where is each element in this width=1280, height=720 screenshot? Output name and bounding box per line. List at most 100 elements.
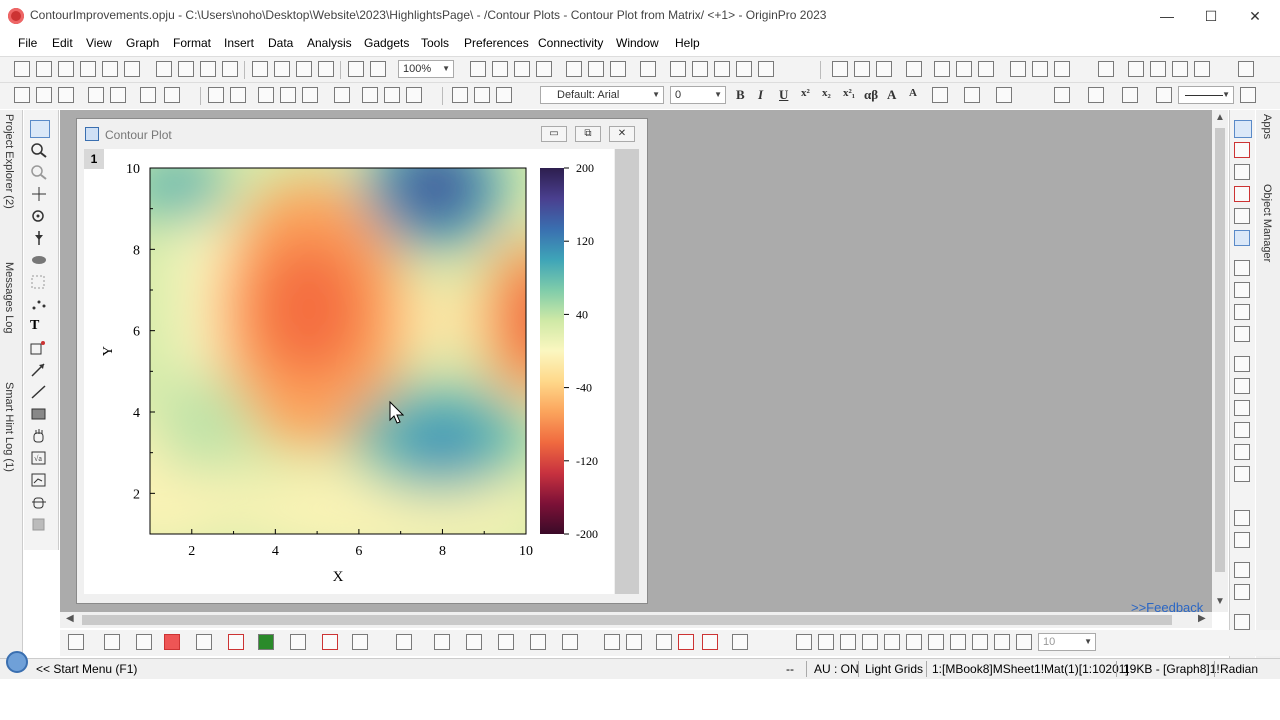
object-edit-icon-10[interactable]	[994, 634, 1010, 650]
frame-icon-3[interactable]	[1234, 400, 1250, 416]
frame-icon-2[interactable]	[1234, 378, 1250, 394]
arrow-tool-icon[interactable]	[30, 362, 48, 378]
align-icon-1[interactable]	[1234, 510, 1250, 526]
template-icon-3[interactable]	[656, 634, 672, 650]
column-add-icon[interactable]	[1238, 61, 1254, 77]
heatmap-icon[interactable]	[562, 634, 578, 650]
layout-icon-4[interactable]	[1234, 326, 1250, 342]
colorbar[interactable]	[540, 168, 564, 534]
hand-tool-icon[interactable]	[30, 428, 48, 444]
pointer-tool-icon[interactable]	[30, 120, 50, 138]
statistics-icon[interactable]	[934, 61, 950, 77]
text-tool-icon[interactable]: T	[30, 318, 48, 334]
scatter-tool-icon[interactable]	[30, 296, 48, 312]
vertical-scrollbar[interactable]: ▲ ▼	[1212, 110, 1228, 612]
zoom-out-tool-icon[interactable]	[30, 164, 48, 180]
template-icon-1[interactable]	[604, 634, 620, 650]
screen-reader-icon[interactable]	[692, 61, 708, 77]
paste-icon[interactable]	[496, 87, 512, 103]
object-tool-icon[interactable]	[30, 516, 48, 532]
align-left-icon[interactable]	[932, 87, 948, 103]
align-icon-3[interactable]	[1234, 562, 1250, 578]
new-function-icon[interactable]	[124, 61, 140, 77]
sort-icon[interactable]	[832, 61, 848, 77]
subscript-button[interactable]: x₂	[822, 87, 831, 99]
layer-copy-icon[interactable]	[334, 87, 350, 103]
axis-icon-3[interactable]	[1234, 186, 1250, 202]
set-column-values-icon[interactable]	[906, 61, 922, 77]
results-log-icon[interactable]	[566, 61, 582, 77]
menu-gadgets[interactable]: Gadgets	[364, 36, 409, 50]
command-window-icon[interactable]	[588, 61, 604, 77]
angle-unit-status[interactable]: Radian	[1220, 662, 1258, 676]
menu-tools[interactable]: Tools	[421, 36, 449, 50]
set-error-icon[interactable]	[1194, 61, 1210, 77]
histogram-icon[interactable]	[978, 61, 994, 77]
save-icon[interactable]	[296, 61, 312, 77]
insert-graph-tool-icon[interactable]	[30, 472, 48, 488]
apps-tab[interactable]: Apps	[1261, 114, 1273, 139]
object-edit-icon-7[interactable]	[928, 634, 944, 650]
pin-icon[interactable]	[164, 87, 180, 103]
open-icon[interactable]	[252, 61, 268, 77]
contour-plot[interactable]: 2 4 6 8 10 2 4 6 8 10 X Y 200 120 40 -40 -120 -200	[84, 149, 614, 594]
menu-help[interactable]: Help	[675, 36, 700, 50]
frame-icon-6[interactable]	[1234, 466, 1250, 482]
layout-icon-2[interactable]	[1234, 282, 1250, 298]
polar-plot-icon[interactable]	[290, 634, 306, 650]
new-graph-icon[interactable]	[80, 61, 96, 77]
bold-button[interactable]: B	[736, 87, 745, 103]
graph-page[interactable]: 2 4 6 8 10 2 4 6 8 10 X Y 200 120 40 -40 -120 -200	[84, 149, 614, 594]
new-script-icon[interactable]	[200, 61, 216, 77]
recalc-icon[interactable]	[222, 61, 238, 77]
draw-data-tool-icon[interactable]	[30, 340, 48, 356]
disable-icon[interactable]	[370, 61, 386, 77]
feedback-link[interactable]: >>Feedback	[1131, 600, 1203, 615]
menu-view[interactable]: View	[86, 36, 112, 50]
start-menu-button[interactable]: << Start Menu (F1)	[36, 662, 137, 676]
frame-icon-1[interactable]	[1234, 356, 1250, 372]
error-plot-icon[interactable]	[228, 634, 244, 650]
menu-analysis[interactable]: Analysis	[307, 36, 352, 50]
frame-icon-4[interactable]	[1234, 422, 1250, 438]
cut-icon[interactable]	[452, 87, 468, 103]
copy-icon[interactable]	[474, 87, 490, 103]
autoupdate-status[interactable]: AU : ON	[814, 662, 859, 676]
font-size-dropdown[interactable]: 0 ▼	[670, 86, 726, 104]
contour-icon[interactable]	[498, 634, 514, 650]
menu-edit[interactable]: Edit	[52, 36, 73, 50]
minimize-button[interactable]: —	[1152, 6, 1182, 26]
object-edit-icon-2[interactable]	[818, 634, 834, 650]
clear-filter-icon[interactable]	[1032, 61, 1048, 77]
template-icon-6[interactable]	[732, 634, 748, 650]
object-manager-tab[interactable]: Object Manager	[1261, 184, 1273, 262]
color-map-icon[interactable]	[384, 87, 400, 103]
filter-options-icon[interactable]	[1054, 61, 1070, 77]
superscript-button[interactable]: x²	[801, 87, 810, 99]
menu-insert[interactable]: Insert	[224, 36, 254, 50]
add-layer-icon[interactable]	[208, 87, 224, 103]
frame-icon-5[interactable]	[1234, 444, 1250, 460]
grids-status[interactable]: Light Grids	[865, 662, 923, 676]
maximize-button[interactable]: ☐	[1196, 6, 1226, 26]
menu-format[interactable]: Format	[173, 36, 211, 50]
runner-icon[interactable]	[1234, 230, 1250, 246]
axis-icon-2[interactable]	[1234, 164, 1250, 180]
line-style-dropdown[interactable]: ▼	[1178, 86, 1234, 104]
plot-setup-icon[interactable]	[362, 87, 378, 103]
menu-window[interactable]: Window	[616, 36, 659, 50]
origin-app-icon[interactable]	[8, 8, 24, 24]
area-plot-icon[interactable]	[258, 634, 274, 650]
3d-surface-icon[interactable]	[396, 634, 412, 650]
line-tool-icon[interactable]	[30, 384, 48, 400]
refresh-icon[interactable]	[492, 61, 508, 77]
region-tool-icon[interactable]	[30, 274, 48, 290]
annotation-tool-icon[interactable]	[30, 230, 48, 246]
smart-hint-log-tab[interactable]: Smart Hint Log (1)	[3, 382, 15, 472]
brightness-icon[interactable]	[1156, 87, 1172, 103]
new-notes-icon[interactable]	[178, 61, 194, 77]
data-display-icon[interactable]	[714, 61, 730, 77]
financial-plot-icon[interactable]	[322, 634, 338, 650]
formula-tool-icon[interactable]: √a	[30, 450, 48, 466]
line-plot-icon[interactable]	[68, 634, 84, 650]
